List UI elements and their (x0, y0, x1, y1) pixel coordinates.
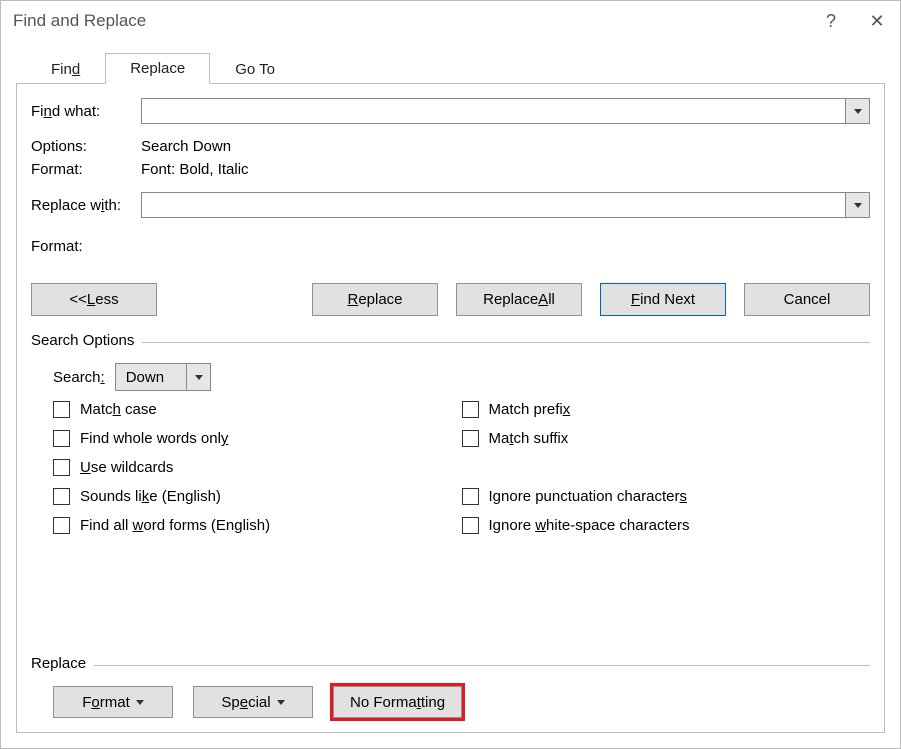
checkbox-col-left: Match case Find whole words only Use wil… (53, 401, 462, 534)
checkbox-icon (53, 517, 70, 534)
whole-words-checkbox[interactable]: Find whole words only (53, 430, 462, 447)
find-what-input[interactable] (142, 99, 845, 123)
find-replace-dialog: Find and Replace ? ✕ Find Replace Go To … (0, 0, 901, 749)
chevron-down-icon (854, 203, 862, 208)
dialog-title: Find and Replace (13, 11, 146, 31)
find-what-label: Find what: (31, 103, 141, 120)
titlebar: Find and Replace ? ✕ (1, 1, 900, 41)
replace-with-dropdown-button[interactable] (845, 193, 869, 217)
less-button[interactable]: << Less (31, 283, 157, 316)
options-label: Options: (31, 138, 141, 155)
replace-with-input-wrap (141, 192, 870, 218)
chevron-down-icon (195, 375, 203, 380)
replace-with-label: Replace with: (31, 197, 141, 214)
replace-all-button[interactable]: Replace All (456, 283, 582, 316)
tab-replace[interactable]: Replace (105, 53, 210, 84)
replace-button[interactable]: Replace (312, 283, 438, 316)
chevron-down-icon (854, 109, 862, 114)
checkbox-icon (462, 517, 479, 534)
replace-section-title: Replace (31, 655, 94, 672)
help-icon: ? (826, 11, 836, 32)
options-value: Search Down (141, 138, 231, 155)
checkbox-icon (53, 459, 70, 476)
cancel-button[interactable]: Cancel (744, 283, 870, 316)
checkbox-icon (462, 430, 479, 447)
dialog-content: Find Replace Go To Find what: Options: S… (1, 41, 900, 748)
wildcards-checkbox[interactable]: Use wildcards (53, 459, 462, 476)
sounds-like-checkbox[interactable]: Sounds like (English) (53, 488, 462, 505)
main-button-row: << Less Replace Replace All Find Next Ca… (31, 283, 870, 316)
checkbox-icon (53, 430, 70, 447)
find-next-button[interactable]: Find Next (600, 283, 726, 316)
find-format-label: Format: (31, 161, 141, 178)
checkbox-grid: Match case Find whole words only Use wil… (53, 401, 870, 534)
replace-fieldset: Replace Format Special No Formatting (31, 655, 870, 718)
word-forms-checkbox[interactable]: Find all word forms (English) (53, 517, 462, 534)
find-format-value: Font: Bold, Italic (141, 161, 249, 178)
dropdown-arrow-icon (136, 700, 144, 705)
tab-find[interactable]: Find (26, 54, 105, 84)
search-direction-dropdown-button[interactable] (186, 364, 210, 390)
search-options-fieldset: Search Options Search: Down Match case F… (31, 332, 870, 534)
checkbox-icon (462, 488, 479, 505)
match-prefix-checkbox[interactable]: Match prefix (462, 401, 871, 418)
replace-format-label: Format: (31, 238, 141, 255)
dropdown-arrow-icon (277, 700, 285, 705)
search-direction-select[interactable]: Down (115, 363, 211, 391)
format-button[interactable]: Format (53, 686, 173, 718)
tab-goto[interactable]: Go To (210, 54, 300, 84)
close-icon: ✕ (869, 11, 884, 32)
close-button[interactable]: ✕ (854, 1, 900, 41)
match-case-checkbox[interactable]: Match case (53, 401, 462, 418)
checkbox-icon (462, 401, 479, 418)
checkbox-icon (53, 488, 70, 505)
search-direction-label: Search: (53, 369, 105, 386)
find-what-dropdown-button[interactable] (845, 99, 869, 123)
replace-with-input[interactable] (142, 193, 845, 217)
tab-bar: Find Replace Go To (26, 49, 885, 83)
search-direction-value: Down (116, 369, 186, 386)
help-button[interactable]: ? (808, 1, 854, 41)
search-options-title: Search Options (31, 332, 142, 349)
panel: Find what: Options: Search Down Format: … (16, 83, 885, 733)
special-button[interactable]: Special (193, 686, 313, 718)
no-formatting-button[interactable]: No Formatting (333, 686, 462, 718)
find-what-input-wrap (141, 98, 870, 124)
checkbox-col-right: Match prefix Match suffix Ignore punctua… (462, 401, 871, 534)
match-suffix-checkbox[interactable]: Match suffix (462, 430, 871, 447)
checkbox-icon (53, 401, 70, 418)
ignore-punctuation-checkbox[interactable]: Ignore punctuation characters (462, 488, 871, 505)
ignore-whitespace-checkbox[interactable]: Ignore white-space characters (462, 517, 871, 534)
